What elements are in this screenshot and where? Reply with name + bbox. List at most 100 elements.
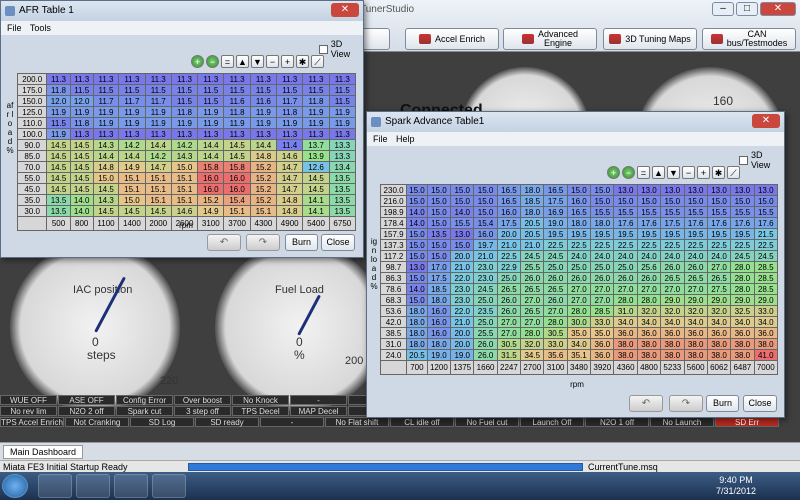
table-cell[interactable]: 32.0 (683, 305, 708, 317)
table-cell[interactable]: 16.0 (426, 316, 452, 328)
table-cell[interactable]: 27.0 (543, 305, 568, 317)
table-cell[interactable]: 31.0 (613, 305, 638, 317)
table-cell[interactable]: 18.0 (406, 327, 428, 339)
table-cell[interactable]: 18.0 (520, 184, 545, 196)
table-cell[interactable]: 28.0 (730, 272, 755, 284)
table-cell[interactable]: 15.0 (406, 294, 428, 306)
table-cell[interactable]: 11.9 (46, 106, 71, 118)
table-cell[interactable]: 14.0 (450, 206, 475, 218)
table-cell[interactable]: 24.0 (660, 250, 685, 262)
toolbar-button[interactable]: Accel Enrich (405, 28, 499, 50)
table-cell[interactable]: 11.9 (144, 106, 172, 118)
table-cell[interactable]: 13.5 (328, 183, 357, 195)
table-cell[interactable]: 11.9 (302, 106, 330, 118)
table-cell[interactable]: 14.8 (249, 150, 278, 162)
table-cell[interactable]: 11.9 (197, 106, 225, 118)
table-cell[interactable]: 25.0 (473, 294, 498, 306)
table-cell[interactable]: 15.0 (406, 272, 428, 284)
table-cell[interactable]: 26.0 (520, 272, 545, 284)
taskbar-folder-icon[interactable] (114, 474, 148, 498)
table-cell[interactable]: 38.0 (660, 338, 685, 350)
table-cell[interactable]: 15.5 (613, 206, 638, 218)
table-cell[interactable]: 17.6 (706, 217, 732, 229)
table-cell[interactable]: 27.5 (706, 283, 732, 295)
table-cell[interactable]: 11.7 (144, 95, 172, 107)
table-cell[interactable]: 14.5 (302, 183, 330, 195)
table-cell[interactable]: 22.5 (566, 239, 592, 251)
table-cell[interactable]: 34.0 (683, 316, 708, 328)
table-cell[interactable]: 24.0 (590, 250, 615, 262)
table-cell[interactable]: 15.0 (473, 195, 498, 207)
table-cell[interactable]: 13.5 (46, 194, 71, 206)
table-cell[interactable]: 15.0 (473, 184, 498, 196)
table-cell[interactable]: 11.5 (276, 84, 304, 96)
table-cell[interactable]: 22.5 (613, 239, 638, 251)
table-cell[interactable]: 11.9 (92, 117, 120, 129)
afr-redo-button[interactable]: ↷ (246, 234, 280, 251)
table-cell[interactable]: 13.0 (660, 184, 685, 196)
table-cell[interactable]: 15.0 (590, 195, 615, 207)
table-cell[interactable]: 30.0 (566, 316, 592, 328)
table-cell[interactable]: 17.5 (543, 195, 568, 207)
table-cell[interactable]: 12.6 (302, 161, 330, 173)
table-cell[interactable]: 22.0 (450, 305, 475, 317)
table-cell[interactable]: 11.3 (223, 128, 251, 140)
toolbar-button[interactable]: Advanced Engine (503, 28, 597, 50)
table-cell[interactable]: 24.5 (543, 250, 568, 262)
table-cell[interactable]: 15.2 (249, 172, 278, 184)
table-cell[interactable]: 11.9 (170, 117, 199, 129)
table-cell[interactable]: 28.0 (730, 283, 755, 295)
table-cell[interactable]: 15.1 (144, 172, 172, 184)
table-cell[interactable]: 15.0 (450, 195, 475, 207)
table-cell[interactable]: 11.9 (249, 106, 278, 118)
set-equal-button[interactable]: = (221, 55, 234, 68)
table-cell[interactable]: 38.0 (683, 349, 708, 361)
table-cell[interactable]: 11.5 (170, 84, 199, 96)
table-cell[interactable]: 11.3 (92, 128, 120, 140)
table-cell[interactable]: 21.0 (473, 250, 498, 262)
table-cell[interactable]: 24.0 (636, 250, 662, 262)
table-cell[interactable]: 18.0 (590, 217, 615, 229)
table-cell[interactable]: 15.0 (426, 195, 452, 207)
table-cell[interactable]: 22.5 (636, 239, 662, 251)
table-cell[interactable]: 19.5 (683, 228, 708, 240)
table-cell[interactable]: 15.1 (144, 194, 172, 206)
afr-close-button[interactable]: Close (321, 234, 355, 251)
table-cell[interactable]: 26.0 (613, 272, 638, 284)
table-cell[interactable]: 15.0 (706, 195, 732, 207)
table-cell[interactable]: 13.0 (753, 184, 779, 196)
table-cell[interactable]: 38.0 (706, 349, 732, 361)
table-cell[interactable]: 15.0 (426, 217, 452, 229)
table-cell[interactable]: 14.5 (118, 205, 146, 217)
table-cell[interactable]: 15.0 (636, 195, 662, 207)
table-cell[interactable]: 11.9 (69, 106, 94, 118)
table-cell[interactable]: 23.0 (450, 283, 475, 295)
table-cell[interactable]: 14.5 (46, 150, 71, 162)
table-cell[interactable]: 19.7 (473, 239, 498, 251)
table-cell[interactable]: 13.5 (46, 205, 71, 217)
table-cell[interactable]: 26.5 (683, 272, 708, 284)
table-cell[interactable]: 28.0 (730, 261, 755, 273)
table-cell[interactable]: 18.0 (406, 338, 428, 350)
table-cell[interactable]: 35.0 (590, 327, 615, 339)
table-cell[interactable]: 15.5 (753, 206, 779, 218)
table-cell[interactable]: 11.5 (197, 95, 225, 107)
table-cell[interactable]: 15.0 (92, 172, 120, 184)
table-cell[interactable]: 16.0 (426, 327, 452, 339)
table-cell[interactable]: 15.5 (450, 217, 475, 229)
table-cell[interactable]: 15.2 (197, 194, 225, 206)
table-cell[interactable]: 29.0 (683, 294, 708, 306)
table-cell[interactable]: 30.5 (496, 338, 522, 350)
table-cell[interactable]: 11.9 (276, 117, 304, 129)
table-cell[interactable]: 16.0 (566, 195, 592, 207)
table-cell[interactable]: 14.7 (276, 161, 304, 173)
table-cell[interactable]: 31.5 (496, 349, 522, 361)
table-cell[interactable]: 16.5 (496, 184, 522, 196)
table-cell[interactable]: 28.0 (566, 305, 592, 317)
table-cell[interactable]: 41.0 (753, 349, 779, 361)
table-cell[interactable]: 11.3 (170, 73, 199, 85)
table-cell[interactable]: 36.0 (730, 327, 755, 339)
table-cell[interactable]: 34.0 (706, 316, 732, 328)
table-cell[interactable]: 13.0 (683, 184, 708, 196)
table-cell[interactable]: 14.5 (69, 150, 94, 162)
